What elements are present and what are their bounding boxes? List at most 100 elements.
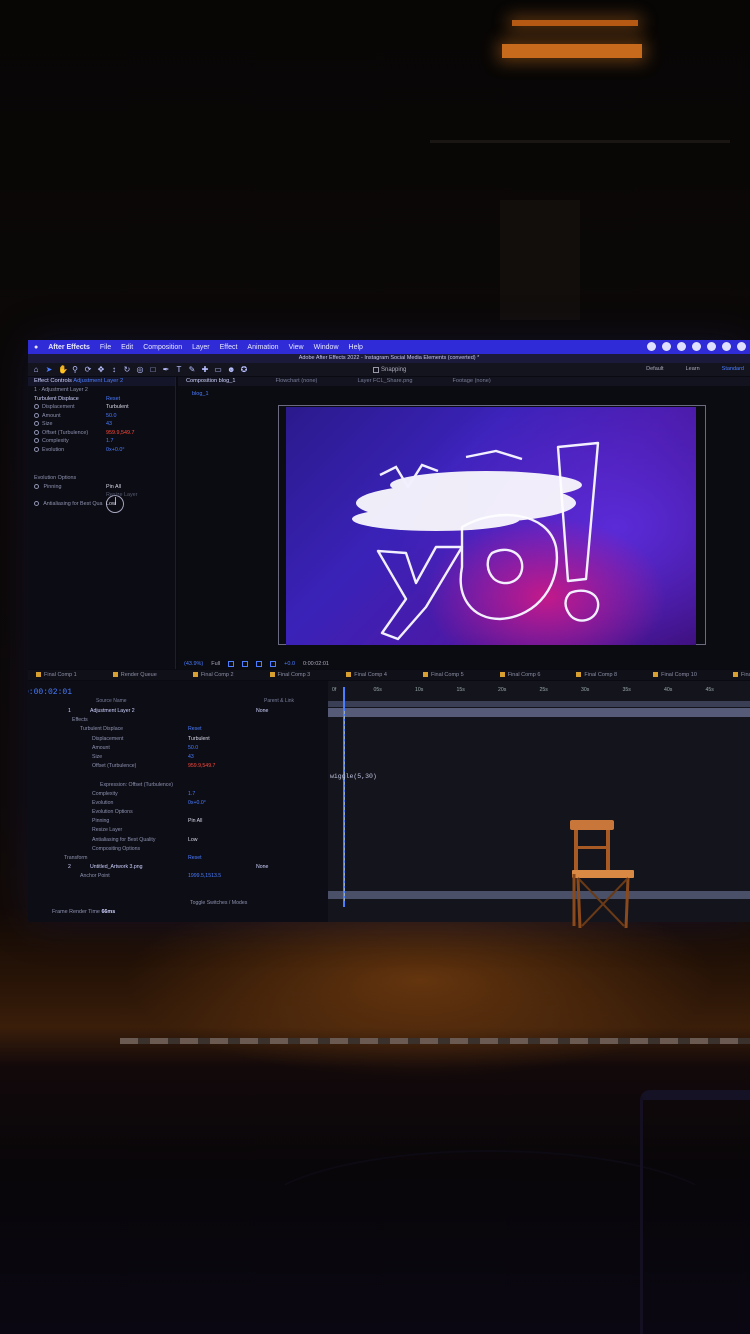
timeline-comp-tab[interactable]: Final Comp 2 (193, 670, 234, 680)
resolution-dropdown[interactable]: Full (211, 661, 220, 667)
parent-dropdown[interactable]: None (256, 707, 268, 716)
snapping-checkbox[interactable] (373, 366, 379, 373)
status-icon[interactable] (737, 342, 746, 351)
pen-tool-icon[interactable]: ✒ (162, 365, 170, 374)
layer-bar-artwork[interactable] (328, 891, 750, 899)
timeline-property-value[interactable]: 43 (188, 753, 194, 762)
selection-tool-icon[interactable]: ➤ (45, 365, 53, 374)
rotate-tool-icon[interactable]: ↻ (123, 365, 131, 374)
effect-property-value[interactable]: 43 (106, 420, 112, 429)
status-icon[interactable] (722, 342, 731, 351)
status-icon[interactable] (692, 342, 701, 351)
eraser-tool-icon[interactable]: ▭ (214, 365, 222, 374)
workspace-learn[interactable]: Learn (686, 366, 700, 372)
apple-menu-icon[interactable]: ● (34, 344, 38, 351)
resize-layer-checkbox[interactable]: Resize Layer (106, 491, 137, 500)
timeline-comp-tab[interactable]: Final Comp 10 (653, 670, 697, 680)
zoom-dropdown[interactable]: (43.9%) (184, 661, 203, 667)
expression-text[interactable]: wiggle(5,30) (330, 773, 377, 780)
stopwatch-icon[interactable] (34, 429, 39, 435)
pinning-dropdown[interactable]: Pin All (106, 483, 121, 492)
menu-help[interactable]: Help (349, 344, 363, 351)
menu-edit[interactable]: Edit (121, 344, 133, 351)
timeline-property[interactable]: Antialiasing for Best Quality Low (28, 836, 328, 845)
stopwatch-icon[interactable] (34, 438, 39, 444)
region-of-interest-icon[interactable] (228, 660, 235, 667)
rectangle-tool-icon[interactable]: □ (149, 365, 157, 374)
stopwatch-icon[interactable] (34, 404, 39, 410)
zoom-tool-icon[interactable]: ⚲ (71, 365, 79, 374)
timeline-property[interactable]: Evolution 0x+0.0° (28, 799, 328, 808)
timeline-timecode[interactable]: 0:00:02:01 (28, 688, 72, 697)
timeline-comp-tab[interactable]: Final Comp 7 (733, 670, 750, 680)
home-icon[interactable]: ⌂ (32, 365, 40, 374)
effect-reset-link[interactable]: Reset (106, 395, 120, 404)
time-ruler[interactable]: 0f 05s 10s 15s 20s 25s 30s 35s 40s 45s (328, 687, 750, 697)
layer-adjustment-2[interactable]: Adjustment Layer 2 1 None (28, 707, 328, 716)
timeline-property[interactable]: Pinning Pin All (28, 817, 328, 826)
exposure-value[interactable]: +0.0 (284, 661, 295, 667)
expression-row[interactable]: Expression: Offset (Turbulence) (28, 781, 328, 790)
timeline-property-value[interactable]: 50.0 (188, 744, 198, 753)
timeline-property-value[interactable]: 0x+0.0° (188, 799, 206, 808)
evolution-options-group[interactable]: Evolution Options (28, 474, 175, 483)
timeline-property-value[interactable]: 959.9,549.7 (188, 762, 215, 771)
layer-bar-adjustment[interactable] (328, 708, 750, 717)
timeline-comp-tab[interactable]: Final Comp 8 (576, 670, 617, 680)
timeline-comp-tab[interactable]: Final Comp 6 (500, 670, 541, 680)
effect-property-value[interactable]: 1.7 (106, 437, 114, 446)
pan-behind-icon[interactable]: ◎ (136, 365, 144, 374)
stopwatch-icon[interactable] (34, 500, 39, 506)
anchor-point-row[interactable]: Anchor Point 1999.5,1513.5 (28, 872, 328, 881)
transparency-grid-icon[interactable] (242, 660, 249, 667)
timeline-property[interactable]: Complexity 1.7 (28, 790, 328, 799)
status-icon[interactable] (662, 342, 671, 351)
toggle-switches-modes[interactable]: Toggle Switches / Modes (190, 900, 247, 906)
status-icon[interactable] (677, 342, 686, 351)
effect-header[interactable]: Turbulent Displace Reset (28, 395, 175, 404)
timeline-comp-tab[interactable]: Final Comp 1 (36, 670, 77, 680)
viewer-timecode[interactable]: 0:00:02:01 (303, 661, 329, 667)
timeline-property-value[interactable]: Pin All (188, 817, 202, 826)
dolly-tool-icon[interactable]: ↕ (110, 365, 118, 374)
timeline-comp-tab[interactable]: Final Comp 3 (270, 670, 311, 680)
menu-composition[interactable]: Composition (143, 344, 182, 351)
timeline-property[interactable]: Compositing Options (28, 845, 328, 854)
workspace-standard[interactable]: Standard (722, 366, 744, 372)
tab-layer[interactable]: Layer FCL_Share.png (357, 377, 412, 386)
antialias-dropdown[interactable]: Low (106, 500, 116, 509)
work-area-bar[interactable] (328, 701, 750, 707)
mask-visibility-icon[interactable] (256, 660, 263, 667)
tab-flowchart[interactable]: Flowchart (none) (275, 377, 317, 386)
breadcrumb[interactable]: blog_1 (192, 391, 209, 397)
timeline-property-value[interactable]: Turbulent (188, 735, 210, 744)
menu-effect[interactable]: Effect (220, 344, 238, 351)
timeline-property[interactable]: Displacement Turbulent (28, 735, 328, 744)
tab-composition[interactable]: Composition blog_1 (186, 377, 235, 386)
snapshot-icon[interactable] (270, 660, 277, 667)
transform-group-value[interactable]: Reset (188, 854, 202, 863)
effect-turbulent-displace-value[interactable]: Reset (188, 725, 202, 734)
timeline-comp-tab[interactable]: Render Queue (113, 670, 157, 680)
effect-property-value[interactable]: 959.9,549.7 (106, 429, 134, 438)
clone-tool-icon[interactable]: ✚ (201, 365, 209, 374)
snapping-toggle[interactable]: Snapping (373, 366, 406, 373)
effect-turbulent-displace[interactable]: Turbulent Displace Reset (28, 725, 328, 734)
parent-dropdown[interactable]: None (256, 863, 268, 872)
expression-icons-row[interactable] (28, 771, 328, 780)
effects-group[interactable]: Effects (28, 716, 328, 725)
brush-tool-icon[interactable]: ✎ (188, 365, 196, 374)
menu-file[interactable]: File (100, 344, 111, 351)
timeline-property[interactable]: Resize Layer (28, 826, 328, 835)
stopwatch-icon[interactable] (34, 446, 39, 452)
tab-footage[interactable]: Footage (none) (452, 377, 490, 386)
composition-canvas[interactable] (286, 407, 696, 645)
effect-property-value[interactable]: 50.0 (106, 412, 117, 421)
timeline-property-value[interactable]: 1.7 (188, 790, 195, 799)
timeline-property[interactable]: Amount 50.0 (28, 744, 328, 753)
timeline-property[interactable]: Offset (Turbulence) 959.9,549.7 (28, 762, 328, 771)
menu-layer[interactable]: Layer (192, 344, 210, 351)
timeline-comp-tab[interactable]: Final Comp 4 (346, 670, 387, 680)
timeline-property[interactable]: Size 43 (28, 753, 328, 762)
roto-tool-icon[interactable]: ☻ (227, 365, 235, 374)
